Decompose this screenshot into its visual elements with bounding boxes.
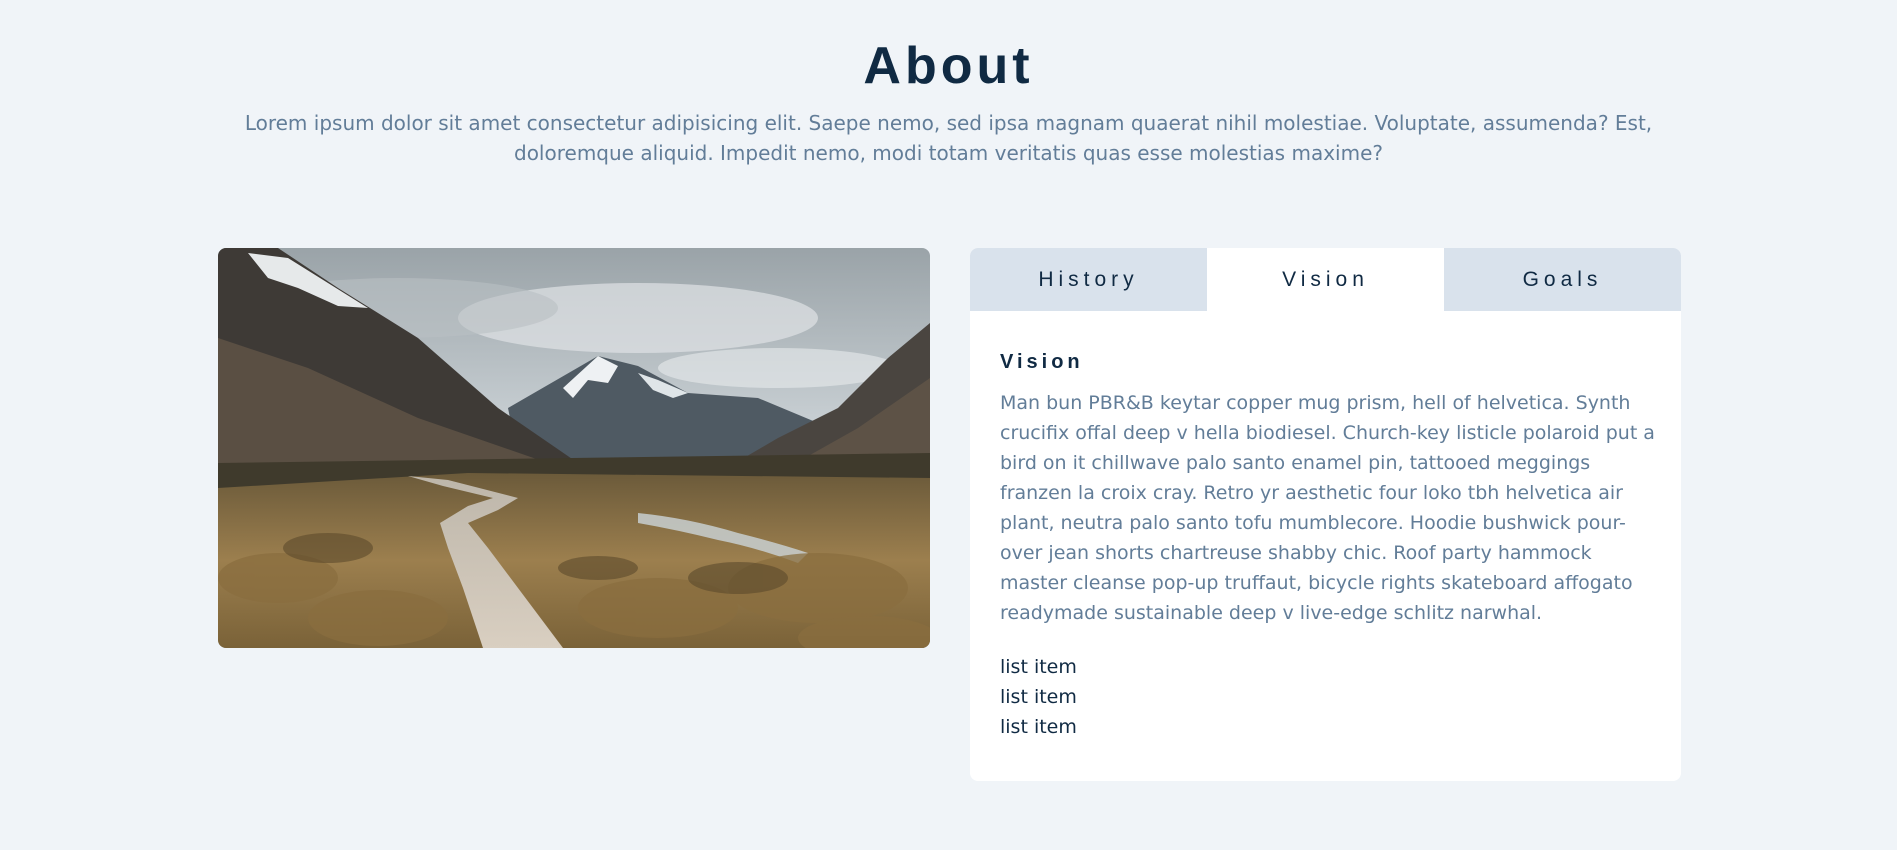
tab-content: Vision Man bun PBR&B keytar copper mug p… bbox=[970, 311, 1681, 742]
section-title: About bbox=[863, 37, 1034, 95]
section-subtitle: Lorem ipsum dolor sit amet consectetur a… bbox=[244, 111, 1653, 165]
content-list: list item list item list item bbox=[1000, 652, 1651, 742]
list-item: list item bbox=[1000, 686, 1077, 708]
list-item: list item bbox=[1000, 716, 1077, 738]
tab-goals[interactable]: Goals bbox=[1444, 248, 1681, 311]
tab-history[interactable]: History bbox=[970, 248, 1207, 311]
mountain-landscape-image bbox=[218, 248, 930, 648]
tabs-card: History Vision Goals Vision Man bun PBR&… bbox=[970, 248, 1681, 781]
tab-bar: History Vision Goals bbox=[970, 248, 1681, 311]
content-title: Vision bbox=[1000, 351, 1084, 373]
tab-vision[interactable]: Vision bbox=[1207, 248, 1444, 311]
about-section: About Lorem ipsum dolor sit amet consect… bbox=[0, 0, 1897, 850]
content-text: Man bun PBR&B keytar copper mug prism, h… bbox=[1000, 392, 1655, 624]
list-item: list item bbox=[1000, 656, 1077, 678]
